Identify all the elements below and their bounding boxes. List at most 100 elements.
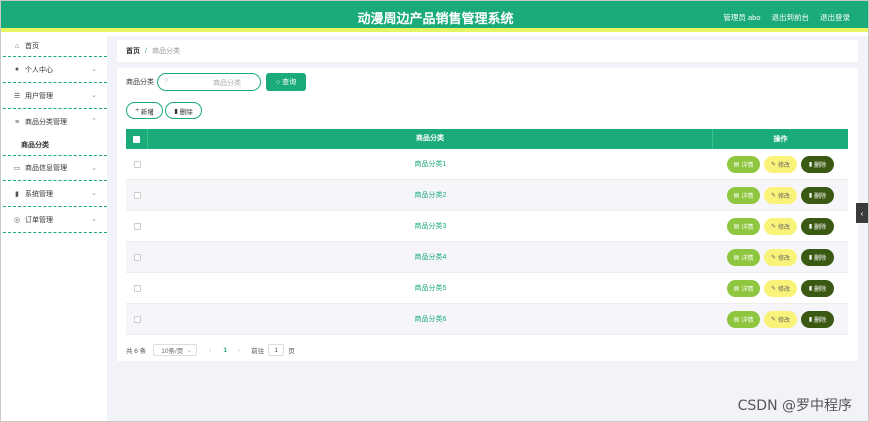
search-input[interactable]: ○ 商品分类 xyxy=(157,73,261,91)
row-checkbox[interactable] xyxy=(133,253,141,261)
pagination: 共 6 条 10条/页 ⌄ ‹ 1 › 前往 1 页 xyxy=(126,344,295,356)
category-name-cell: 商品分类5 xyxy=(414,285,447,292)
row-checkbox[interactable] xyxy=(133,222,141,230)
next-page-icon[interactable]: › xyxy=(238,347,240,354)
watermark: CSDN @罗中程序 xyxy=(737,398,852,414)
edit-button-label: 修改 xyxy=(778,255,791,262)
detail-button[interactable]: ▤ 详情 xyxy=(727,186,760,204)
main-content: 首页 / 商品分类 商品分类 ○ 商品分类 ○ 查询 + 新增 ▮ 删除 ☝ 商… xyxy=(107,36,868,421)
document-icon: ▤ xyxy=(733,223,740,230)
detail-button[interactable]: ▤ 详情 xyxy=(727,248,760,266)
hand-cursor-icon: ☝ xyxy=(148,108,154,118)
chevron-down-icon: ⌄ xyxy=(91,92,97,99)
query-button[interactable]: ○ 查询 xyxy=(266,73,306,91)
collapse-handle[interactable]: ‹ xyxy=(856,203,868,223)
table-row: 商品分类2 ▤ 详情 ✎ 修改 ▮ 删除 xyxy=(126,180,848,211)
remove-button-label: 删除 xyxy=(814,317,827,324)
sidebar-item-label: 系统管理 xyxy=(25,190,53,198)
breadcrumb-current: 商品分类 xyxy=(151,48,180,55)
detail-button[interactable]: ▤ 详情 xyxy=(727,217,760,235)
breadcrumb-separator: / xyxy=(145,47,147,55)
remove-button[interactable]: ▮ 删除 xyxy=(801,248,834,266)
edit-button[interactable]: ✎ 修改 xyxy=(764,217,797,235)
row-checkbox[interactable] xyxy=(133,284,141,292)
sliders-icon: ☰ xyxy=(13,92,21,100)
sidebar-item-label: 商品分类管理 xyxy=(25,119,67,126)
delete-button-label: 删除 xyxy=(179,108,193,116)
search-icon: ○ xyxy=(164,77,169,84)
list-icon: ≡ xyxy=(14,118,20,126)
pencil-icon: ✎ xyxy=(770,161,776,168)
document-icon: ▤ xyxy=(733,316,740,323)
row-check-cell xyxy=(126,222,148,230)
page-unit-label: 页 xyxy=(288,348,295,355)
sidebar-item-product-mgmt[interactable]: ▭ 商品信息管理 ⌄ xyxy=(3,155,107,181)
edit-button[interactable]: ✎ 修改 xyxy=(764,248,797,266)
sidebar-item-home[interactable]: ⌂ 首页 xyxy=(3,36,107,57)
sidebar-item-orders[interactable]: ◎ 订单管理 ⌄ xyxy=(3,207,107,233)
chevron-down-icon: ⌄ xyxy=(91,165,97,172)
pagination-total: 共 6 条 xyxy=(126,348,147,355)
table-row: 商品分类6 ▤ 详情 ✎ 修改 ▮ 删除 xyxy=(126,304,848,335)
detail-button-label: 详情 xyxy=(741,162,754,169)
table-row: 商品分类1 ▤ 详情 ✎ 修改 ▮ 删除 xyxy=(126,149,848,180)
row-check-cell xyxy=(126,160,148,168)
detail-button-label: 详情 xyxy=(741,255,754,262)
remove-button-label: 删除 xyxy=(814,286,827,293)
detail-button[interactable]: ▤ 详情 xyxy=(727,279,760,297)
page-size-select[interactable]: 10条/页 ⌄ xyxy=(153,344,198,356)
trash-icon: ▮ xyxy=(808,161,813,168)
edit-button[interactable]: ✎ 修改 xyxy=(764,155,797,173)
detail-button[interactable]: ▤ 详情 xyxy=(727,155,760,173)
pencil-icon: ✎ xyxy=(770,316,776,323)
remove-button[interactable]: ▮ 删除 xyxy=(801,310,834,328)
trash-icon: ▮ xyxy=(15,190,19,198)
logout-link[interactable]: 退出登录 xyxy=(820,12,850,23)
page-size-value: 10条/页 xyxy=(161,348,184,355)
document-icon: ▤ xyxy=(733,285,740,292)
edit-button-label: 修改 xyxy=(778,317,791,324)
row-actions: ▤ 详情 ✎ 修改 ▮ 删除 xyxy=(713,186,848,204)
home-icon: ⌂ xyxy=(14,42,20,50)
sidebar-item-label: 商品信息管理 xyxy=(25,165,67,172)
table-header: 商品分类 操作 xyxy=(126,129,848,149)
edit-button[interactable]: ✎ 修改 xyxy=(764,186,797,204)
detail-button[interactable]: ▤ 详情 xyxy=(727,310,760,328)
sidebar-item-category-mgmt[interactable]: ≡ 商品分类管理 ⌃ xyxy=(3,109,107,135)
sidebar-item-profile[interactable]: ● 个人中心 ⌄ xyxy=(3,57,107,83)
remove-button[interactable]: ▮ 删除 xyxy=(801,217,834,235)
row-actions: ▤ 详情 ✎ 修改 ▮ 删除 xyxy=(713,155,848,173)
sidebar-subitem-category[interactable]: 商品分类 xyxy=(3,135,107,155)
edit-button[interactable]: ✎ 修改 xyxy=(764,279,797,297)
detail-button-label: 详情 xyxy=(741,317,754,324)
query-button-label: 查询 xyxy=(282,79,297,86)
edit-button-label: 修改 xyxy=(778,162,791,169)
add-button[interactable]: + 新增 xyxy=(126,102,163,119)
goto-page-input[interactable]: 1 xyxy=(268,344,285,356)
sidebar-item-system[interactable]: ▮ 系统管理 ⌄ xyxy=(3,181,107,207)
sidebar: ⌂ 首页 ● 个人中心 ⌄ ☰ 用户管理 ⌄ ≡ 商品分类管理 ⌃ 商品分类 ▭… xyxy=(3,36,107,421)
back-to-frontend-link[interactable]: 退出到前台 xyxy=(772,12,810,23)
remove-button[interactable]: ▮ 删除 xyxy=(801,155,834,173)
remove-button[interactable]: ▮ 删除 xyxy=(801,279,834,297)
edit-button[interactable]: ✎ 修改 xyxy=(764,310,797,328)
category-table: 商品分类 操作 商品分类1 ▤ 详情 ✎ 修改 ▮ 删除 商品分类2 ▤ 详情 ✎ 修改 ▮ 删除 商品分类… xyxy=(126,129,848,335)
select-all-checkbox[interactable] xyxy=(133,135,140,143)
page-number-current[interactable]: 1 xyxy=(223,347,227,354)
select-all-cell xyxy=(126,129,148,149)
breadcrumb-home[interactable]: 首页 xyxy=(126,46,140,56)
delete-button[interactable]: ▮ 删除 xyxy=(165,102,202,119)
app-window: 动漫周边产品销售管理系统 管理员 abo 退出到前台 退出登录 ⌂ 首页 ● 个… xyxy=(0,0,869,422)
remove-button[interactable]: ▮ 删除 xyxy=(801,186,834,204)
prev-page-icon[interactable]: ‹ xyxy=(209,347,211,354)
trash-icon: ▮ xyxy=(808,254,813,261)
row-check-cell xyxy=(126,253,148,261)
admin-user-label: 管理员 abo xyxy=(723,13,761,22)
pencil-icon: ✎ xyxy=(770,254,776,261)
pencil-icon: ✎ xyxy=(770,192,776,199)
sidebar-item-users[interactable]: ☰ 用户管理 ⌄ xyxy=(3,83,107,109)
row-checkbox[interactable] xyxy=(133,160,141,168)
row-checkbox[interactable] xyxy=(133,315,141,323)
top-header: 动漫周边产品销售管理系统 管理员 abo 退出到前台 退出登录 xyxy=(1,1,868,32)
row-checkbox[interactable] xyxy=(133,191,141,199)
